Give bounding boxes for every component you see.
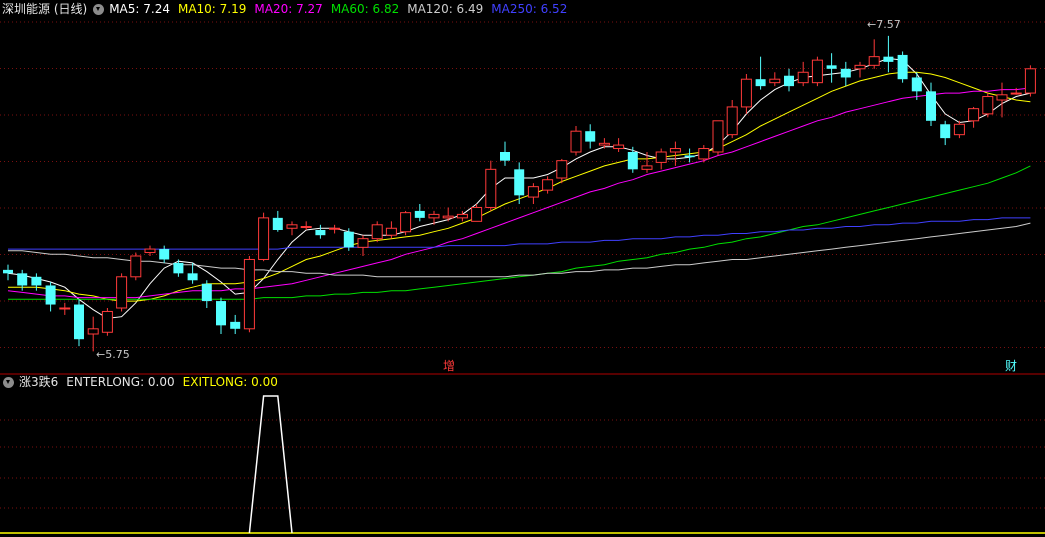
exitlong-value: EXITLONG: 0.00: [182, 375, 278, 389]
ma-legend-item: MA10: 7.19: [177, 2, 247, 16]
low-price-label: ←5.75: [96, 348, 130, 361]
candle-body: [456, 213, 468, 219]
stock-title: 深圳能源 (日线): [2, 2, 88, 16]
candle-body: [585, 131, 596, 142]
candle-body: [911, 77, 922, 92]
candle-body: [542, 179, 554, 191]
candle-body: [116, 276, 128, 309]
candle-body: [926, 91, 936, 121]
candle-body: [527, 186, 539, 198]
candle-body: [59, 307, 71, 310]
candle-body: [797, 71, 809, 84]
candle-body: [385, 227, 397, 236]
candle-body: [216, 301, 226, 326]
candle-body: [755, 79, 766, 87]
candle-body: [1010, 92, 1022, 95]
candle-body: [1024, 68, 1036, 94]
candle-body: [130, 255, 142, 278]
price-header: 深圳能源 (日线) MA5: 7.24 MA10: 7.19 MA20: 7.27 M…: [2, 2, 575, 16]
candle-body: [414, 210, 425, 218]
candle-body: [698, 148, 710, 160]
candle-body: [173, 262, 184, 274]
candle-body: [3, 269, 13, 274]
candle-body: [854, 64, 866, 70]
candle-body: [471, 206, 483, 222]
candle-body: [101, 310, 113, 333]
candle-body: [258, 217, 270, 260]
indicator-menu-icon[interactable]: [3, 376, 14, 388]
zeng-marker[interactable]: 增: [443, 359, 455, 373]
candle-body: [769, 78, 781, 84]
candle-body: [655, 151, 667, 163]
ma-legend-item: MA250: 6.52: [491, 2, 568, 16]
candle-body: [442, 215, 454, 219]
ma-legend-item: MA5: 7.24: [109, 2, 170, 16]
candle-body: [613, 144, 625, 150]
candle-body: [811, 59, 823, 84]
ma-legend-item: MA20: 7.27: [254, 2, 323, 16]
candle-body: [712, 120, 724, 153]
cai-marker[interactable]: 财: [1005, 359, 1017, 373]
candle-body: [201, 283, 212, 302]
candle-body: [315, 230, 326, 236]
candle-body: [400, 212, 412, 233]
ma-legend-item: MA60: 6.82: [330, 2, 400, 16]
candle-body: [87, 328, 99, 335]
candle-body: [343, 231, 354, 248]
candle-body: [570, 130, 582, 153]
candle-body: [953, 123, 965, 136]
enterlong-value: ENTERLONG: 0.00: [66, 375, 175, 389]
candle-body: [371, 224, 383, 240]
candle-body: [968, 108, 980, 122]
indicator-menu-icon[interactable]: [93, 3, 105, 15]
high-price-label: ←7.57: [867, 18, 901, 31]
candle-body: [996, 94, 1008, 101]
candle-body: [428, 213, 440, 219]
candle-body: [485, 168, 497, 208]
candle-body: [31, 276, 42, 286]
candle-body: [514, 169, 525, 196]
candle-body: [897, 54, 908, 80]
candle-body: [726, 106, 738, 136]
candle-body: [187, 273, 198, 281]
ma-line-ma250: [8, 217, 1031, 250]
candle-body: [826, 65, 837, 69]
candle-body: [641, 165, 653, 170]
candle-body: [868, 56, 880, 66]
indicator-header: 涨3跌6 ENTERLONG: 0.00 EXITLONG: 0.00: [2, 375, 278, 389]
candle-body: [159, 249, 170, 260]
candle-body: [556, 160, 568, 179]
candle-body: [300, 226, 312, 229]
candle-body: [598, 142, 610, 146]
candle-body: [357, 238, 369, 248]
ma-legend-item: MA120: 6.49: [407, 2, 484, 16]
candle-body: [940, 124, 951, 139]
candle-body: [784, 75, 794, 87]
candle-body: [74, 304, 84, 340]
candle-body: [45, 285, 56, 305]
ma-legend: MA5: 7.24 MA10: 7.19 MA20: 7.27 MA60: 6.82 M…: [109, 2, 575, 16]
candle-body: [627, 152, 638, 170]
candle-body: [230, 321, 241, 329]
candle-body: [243, 258, 255, 330]
candle-body: [840, 68, 851, 78]
candle-body: [883, 56, 894, 62]
candle-body: [982, 96, 994, 115]
candle-body: [286, 224, 298, 229]
indicator-name[interactable]: 涨3跌6: [19, 375, 58, 389]
candle-body: [272, 217, 283, 230]
candle-body: [500, 152, 510, 161]
candle-body: [669, 148, 681, 153]
candle-body: [740, 78, 752, 108]
candle-body: [17, 273, 28, 286]
chart-canvas: [0, 21, 1045, 534]
candle-body: [329, 227, 341, 230]
candle-body: [684, 155, 695, 158]
candle-body: [144, 248, 156, 254]
exitlong-signal: [248, 395, 293, 534]
